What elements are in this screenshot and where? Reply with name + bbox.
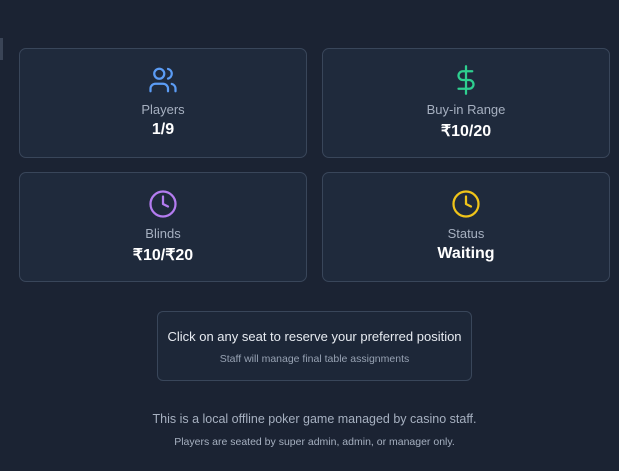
- buyin-value: ₹10/20: [440, 123, 492, 140]
- table-info-panel: Players 1/9 Buy-in Range ₹10/20 Blinds ₹…: [0, 0, 619, 471]
- clock-icon: [149, 190, 177, 218]
- players-value: 1/9: [151, 121, 175, 138]
- footer-seating-note: Players are seated by super admin, admin…: [174, 436, 455, 448]
- status-label: Status: [447, 226, 485, 241]
- clock-icon: [452, 190, 480, 218]
- seat-info-note: Staff will manage final table assignment…: [219, 353, 410, 365]
- players-card: Players 1/9: [19, 48, 307, 158]
- dollar-icon: [457, 65, 475, 95]
- buyin-label: Buy-in Range: [426, 102, 506, 117]
- footer-notice: This is a local offline poker game manag…: [152, 412, 477, 426]
- seat-info-box: Click on any seat to reserve your prefer…: [157, 311, 472, 381]
- users-icon: [149, 67, 177, 93]
- buyin-card: Buy-in Range ₹10/20: [322, 48, 610, 158]
- blinds-value: ₹10/₹20: [132, 247, 194, 264]
- blinds-card: Blinds ₹10/₹20: [19, 172, 307, 282]
- scroll-edge: [0, 38, 3, 60]
- players-label: Players: [141, 102, 185, 117]
- status-card: Status Waiting: [322, 172, 610, 282]
- blinds-label: Blinds: [145, 226, 181, 241]
- status-value: Waiting: [437, 245, 495, 262]
- seat-info-message: Click on any seat to reserve your prefer…: [167, 329, 462, 344]
